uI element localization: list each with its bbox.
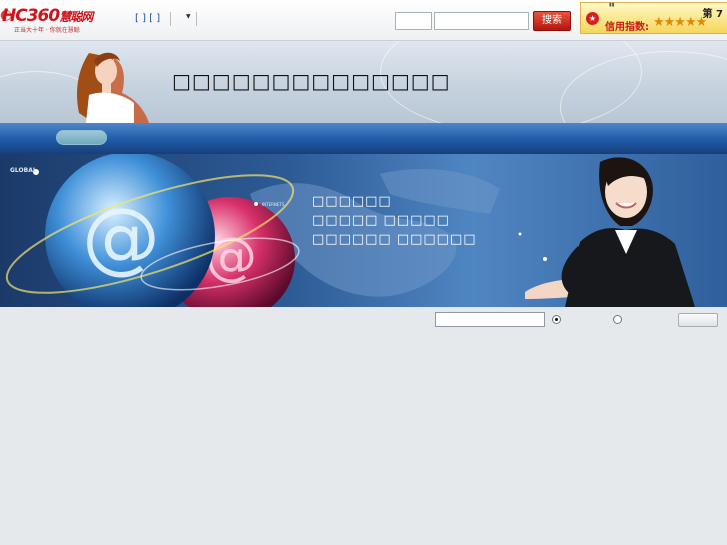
search-input[interactable] [434, 12, 529, 30]
credit-stars: ★★★★★ [653, 15, 707, 30]
top-bar: ◐ HC360慧聪网 正当大十年 · 你就在慧聪 [ ] [ ] ▼ 搜索 ▮▮… [0, 0, 727, 41]
company-header: □□□□□□□□□□□□□□ [0, 41, 727, 123]
logo-tagline: 正当大十年 · 你就在慧聪 [14, 27, 80, 34]
company-name: □□□□□□□□□□□□□□ [172, 69, 451, 93]
credit-badge-icon: ★ [586, 12, 599, 25]
search-category-select[interactable] [395, 12, 432, 30]
businesswoman-photo [525, 157, 695, 307]
header-girl-illustration [77, 52, 149, 123]
svg-text:INTERNETS: INTERNETS [262, 202, 285, 207]
hero-banner: @ @ INTERNETS GLOBAL □□□□□□ □□□□□ □□□□□ … [0, 154, 727, 307]
nav-bar [0, 123, 727, 154]
banner-tagline-2: □□□□□ □□□□□ [312, 213, 450, 228]
site-logo[interactable]: ◐ HC360慧聪网 正当大十年 · 你就在慧聪 [0, 6, 110, 34]
login-register-links[interactable]: [ ] [ ] [135, 13, 160, 24]
nav-item-home[interactable] [56, 130, 107, 145]
search-button[interactable]: 搜索 [533, 11, 571, 31]
site-search-button[interactable] [678, 313, 718, 327]
credit-index-panel: ▮▮ ★ 第 7 信用指数: ★★★★★ [580, 2, 727, 34]
svg-text:@: @ [82, 193, 160, 283]
ribbon-icon: ▮▮ [609, 2, 615, 8]
search-scope-radio-2[interactable] [613, 315, 622, 324]
banner-tagline-3: □□□□□□ □□□□□□ [312, 232, 477, 247]
logo-text: HC360慧聪网 [2, 6, 93, 26]
divider [170, 12, 171, 26]
divider [196, 12, 197, 26]
global-label: GLOBAL [10, 167, 37, 174]
credit-index-label: 信用指数: [605, 22, 649, 33]
banner-tagline-1: □□□□□□ [312, 194, 392, 209]
site-search-input[interactable] [435, 312, 545, 327]
chevron-down-icon[interactable]: ▼ [186, 13, 191, 20]
search-scope-radio-1[interactable] [552, 315, 561, 324]
